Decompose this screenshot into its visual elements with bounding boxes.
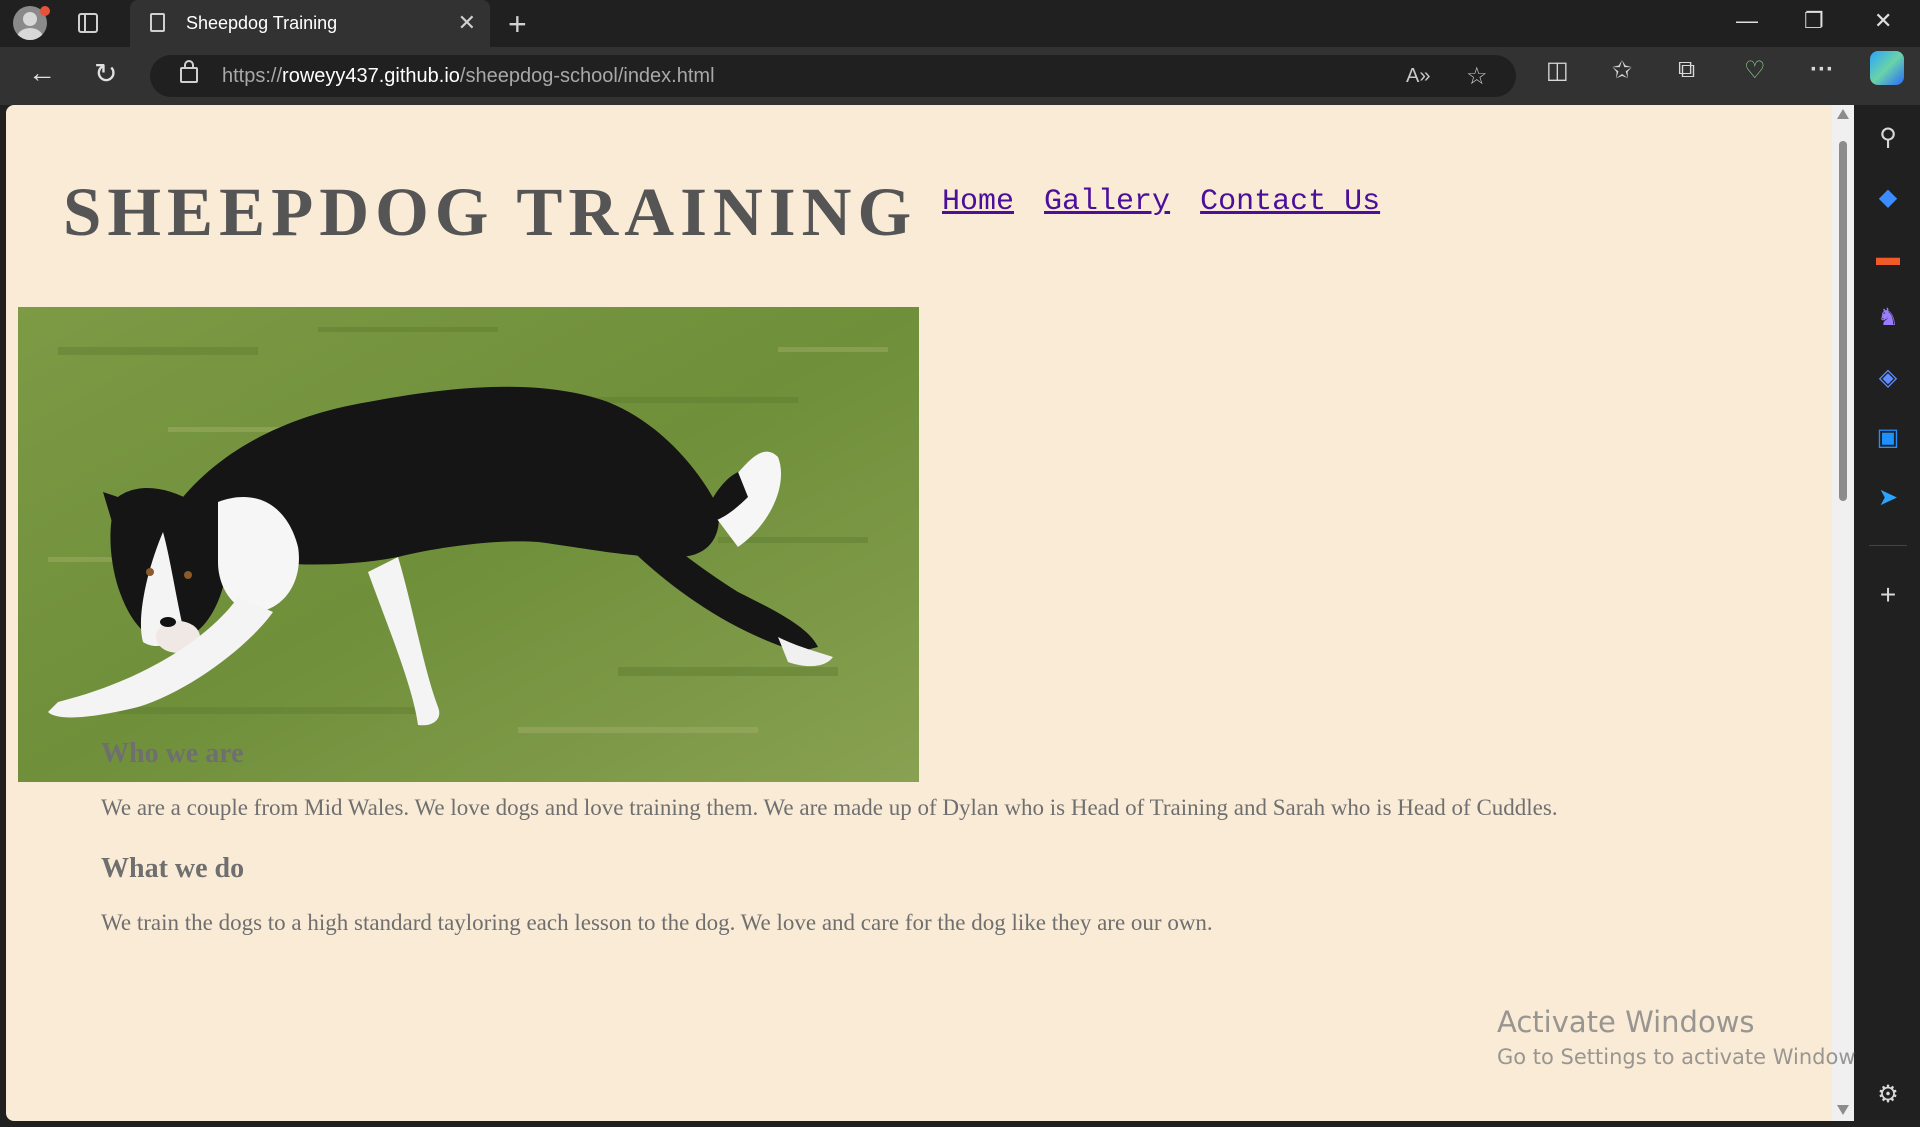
navigation-bar: ← ↻ https://roweyy437.github.io/sheepdog… — [0, 47, 1920, 105]
outlook-icon[interactable]: ▣ — [1873, 423, 1903, 453]
notification-dot — [40, 6, 50, 16]
address-bar[interactable]: https://roweyy437.github.io/sheepdog-sch… — [150, 55, 1516, 97]
favorite-star-icon[interactable]: ☆ — [1466, 62, 1488, 91]
send-icon[interactable]: ➤ — [1873, 483, 1903, 513]
section-text-what-we-do: We train the dogs to a high standard tay… — [101, 910, 1213, 935]
copilot-sidebar-icon[interactable]: ◈ — [1873, 363, 1903, 393]
search-icon[interactable]: ⚲ — [1873, 123, 1903, 153]
scroll-down-arrow-icon[interactable] — [1837, 1105, 1849, 1115]
minimize-button[interactable]: — — [1736, 8, 1758, 34]
settings-icon[interactable]: ⚙ — [1873, 1080, 1903, 1110]
nav-link-gallery[interactable]: Gallery — [1044, 185, 1170, 219]
scroll-thumb[interactable] — [1839, 141, 1847, 501]
vertical-scrollbar[interactable] — [1832, 105, 1854, 1121]
activation-watermark: Activate Windows Go to Settings to activ… — [1497, 1005, 1873, 1069]
close-window-button[interactable]: ✕ — [1874, 8, 1892, 34]
collections-icon[interactable]: ⧉ — [1678, 56, 1695, 84]
watermark-title: Activate Windows — [1497, 1005, 1755, 1039]
browser-essentials-icon[interactable]: ♡ — [1744, 56, 1766, 85]
restore-button[interactable]: ❐ — [1804, 8, 1824, 34]
section-text-who-we-are: We are a couple from Mid Wales. We love … — [101, 795, 1558, 820]
lock-icon[interactable] — [180, 60, 198, 83]
scroll-up-arrow-icon[interactable] — [1837, 109, 1849, 119]
tab-close-icon[interactable]: ✕ — [458, 10, 476, 36]
add-icon[interactable]: + — [1873, 580, 1903, 610]
section-heading-who-we-are: Who we are — [101, 738, 244, 769]
shopping-tag-icon[interactable]: ◆ — [1873, 183, 1903, 213]
site-nav: Home Gallery Contact Us — [942, 185, 1392, 219]
edge-sidebar: ⚲ ◆ ▬ ♞ ◈ ▣ ➤ + ⚙ — [1855, 105, 1920, 1127]
page-viewport: SHEEPDOG TRAINING Home Gallery Contact U… — [6, 105, 1832, 1121]
split-screen-icon[interactable]: ◫ — [1546, 56, 1569, 85]
nav-link-contact-us[interactable]: Contact Us — [1200, 185, 1380, 219]
tools-icon[interactable]: ▬ — [1873, 243, 1903, 273]
sidebar-divider — [1869, 545, 1907, 546]
favorites-icon[interactable]: ✩ — [1612, 56, 1632, 85]
read-aloud-icon[interactable]: A» — [1406, 65, 1430, 88]
tab-actions-icon[interactable] — [78, 13, 98, 33]
tab-active[interactable]: Sheepdog Training ✕ — [130, 0, 490, 47]
watermark-subtitle: Go to Settings to activate Windows. — [1497, 1045, 1874, 1069]
site-title: SHEEPDOG TRAINING — [63, 174, 918, 250]
back-button[interactable]: ← — [28, 57, 56, 89]
new-tab-button[interactable]: + — [508, 6, 527, 43]
refresh-button[interactable]: ↻ — [94, 57, 117, 90]
more-button[interactable]: ··· — [1810, 56, 1834, 84]
title-bar: Sheepdog Training ✕ + — ❐ ✕ — [0, 0, 1920, 47]
nav-link-home[interactable]: Home — [942, 185, 1014, 219]
section-heading-what-we-do: What we do — [101, 853, 245, 884]
url-text[interactable]: https://roweyy437.github.io/sheepdog-sch… — [222, 65, 715, 88]
copilot-icon[interactable] — [1870, 51, 1904, 85]
page-icon — [150, 13, 165, 32]
tab-title: Sheepdog Training — [186, 13, 338, 33]
sheepdog-photo — [18, 307, 919, 782]
games-icon[interactable]: ♞ — [1873, 303, 1903, 333]
